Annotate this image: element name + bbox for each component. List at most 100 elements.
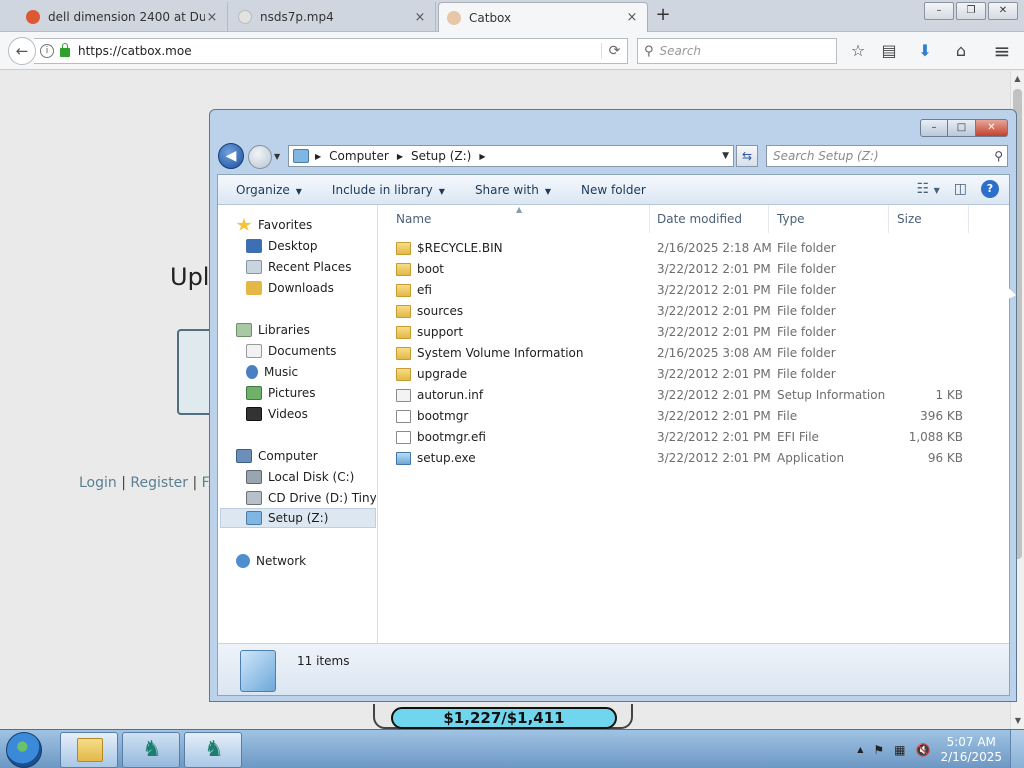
include-in-library-button[interactable]: Include in library ▼ xyxy=(332,183,445,197)
register-link[interactable]: Register xyxy=(130,475,188,491)
recent-locations-icon[interactable]: ▼ xyxy=(274,152,280,161)
file-row[interactable]: $RECYCLE.BIN 2/16/2025 2:18 AM File folder xyxy=(378,238,1009,259)
tab-duckduckgo[interactable]: dell dimension 2400 at Duck × xyxy=(18,2,228,32)
minimize-icon[interactable]: – xyxy=(924,2,954,20)
scroll-down-icon[interactable]: ▼ xyxy=(1011,713,1024,729)
close-tab-icon[interactable]: × xyxy=(625,10,639,25)
restore-icon[interactable]: ❐ xyxy=(956,2,986,20)
show-desktop-button[interactable] xyxy=(1010,730,1024,768)
nav-cd-drive[interactable]: CD Drive (D:) Tiny7 x xyxy=(246,488,376,508)
reload-icon[interactable]: ⟳ xyxy=(601,43,627,59)
volume-muted-icon[interactable]: 🔇 xyxy=(916,743,931,757)
file-row[interactable]: autorun.inf 3/22/2012 2:01 PM Setup Inform… xyxy=(378,385,1009,406)
nav-documents[interactable]: Documents xyxy=(246,341,336,361)
network-status-icon[interactable]: ▦ xyxy=(894,743,905,757)
column-size[interactable]: Size xyxy=(889,205,969,233)
login-link[interactable]: Login xyxy=(79,475,117,491)
nav-desktop[interactable]: Desktop xyxy=(246,236,318,256)
change-view-icon[interactable]: ☷ ▼ xyxy=(917,181,940,197)
clock-date: 2/16/2025 xyxy=(940,749,1002,764)
action-center-flag-icon[interactable]: ⚑ xyxy=(873,743,884,757)
close-window-icon[interactable]: ✕ xyxy=(988,2,1018,20)
reader-list-icon[interactable]: ▤ xyxy=(879,41,899,61)
new-folder-button[interactable]: New folder xyxy=(581,183,646,197)
nav-local-disk[interactable]: Local Disk (C:) xyxy=(246,467,354,487)
breadcrumb-computer[interactable]: Computer xyxy=(329,149,389,163)
address-dropdown-icon[interactable]: ▼ xyxy=(722,151,729,161)
file-row[interactable]: efi 3/22/2012 2:01 PM File folder xyxy=(378,280,1009,301)
site-info-icon[interactable]: i xyxy=(40,44,54,58)
forward-arrow-icon[interactable] xyxy=(248,145,272,169)
search-icon[interactable]: ⚲ xyxy=(994,146,1003,166)
breadcrumb-setup[interactable]: Setup (Z:) xyxy=(411,149,471,163)
file-row[interactable]: boot 3/22/2012 2:01 PM File folder xyxy=(378,259,1009,280)
close-tab-icon[interactable]: × xyxy=(413,10,427,25)
application-icon xyxy=(396,452,411,465)
command-bar: Organize ▼ Include in library ▼ Share with… xyxy=(218,175,1009,205)
file-type: File folder xyxy=(777,346,836,360)
bookmark-star-icon[interactable]: ☆ xyxy=(848,41,868,61)
close-tab-icon[interactable]: × xyxy=(205,10,219,25)
nav-favorites[interactable]: Favorites xyxy=(236,215,312,235)
tab-video[interactable]: nsds7p.mp4 × xyxy=(230,2,436,32)
nav-pictures[interactable]: Pictures xyxy=(246,383,316,403)
back-arrow-icon[interactable]: ◀ xyxy=(218,143,244,169)
file-type: Setup Information xyxy=(777,388,886,402)
back-button[interactable]: ← xyxy=(8,37,36,65)
file-row[interactable]: sources 3/22/2012 2:01 PM File folder xyxy=(378,301,1009,322)
nav-setup-drive[interactable]: Setup (Z:) xyxy=(220,508,376,528)
minimize-icon[interactable]: – xyxy=(920,119,948,137)
column-type[interactable]: Type xyxy=(769,205,889,233)
browser-search-input[interactable]: ⚲ Search xyxy=(637,38,837,64)
donation-progress: $1,227/$1,411 xyxy=(391,707,617,729)
taskbar-explorer-button[interactable] xyxy=(60,732,118,768)
explorer-search-input[interactable]: Search Setup (Z:) ⚲ xyxy=(766,145,1008,167)
nav-recent-places[interactable]: Recent Places xyxy=(246,257,351,277)
crumb-arrow-icon[interactable]: ▶ xyxy=(397,152,403,161)
nav-music[interactable]: Music xyxy=(246,362,298,382)
network-drive-icon xyxy=(246,511,262,525)
nav-libraries[interactable]: Libraries xyxy=(236,320,310,340)
organize-button[interactable]: Organize ▼ xyxy=(236,183,302,197)
file-row[interactable]: bootmgr 3/22/2012 2:01 PM File 396 KB xyxy=(378,406,1009,427)
maximize-icon[interactable]: □ xyxy=(948,119,976,137)
show-hidden-icons-icon[interactable]: ▲ xyxy=(857,745,863,754)
file-name: efi xyxy=(417,283,432,297)
download-icon[interactable]: ⬇ xyxy=(915,41,935,61)
nav-downloads[interactable]: Downloads xyxy=(246,278,334,298)
file-row[interactable]: setup.exe 3/22/2012 2:01 PM Application 96 … xyxy=(378,448,1009,469)
file-row[interactable]: System Volume Information 2/16/2025 3:08 … xyxy=(378,343,1009,364)
music-note-icon xyxy=(246,365,258,379)
new-tab-button[interactable]: + xyxy=(652,4,674,26)
menu-icon[interactable]: ≡ xyxy=(992,41,1012,61)
close-window-icon[interactable]: ✕ xyxy=(976,119,1008,137)
taskbar-app-button[interactable]: ♞ xyxy=(122,732,180,768)
file-date: 3/22/2012 2:01 PM xyxy=(657,283,771,297)
share-with-button[interactable]: Share with ▼ xyxy=(475,183,551,197)
refresh-icon[interactable]: ⇆ xyxy=(736,145,758,167)
address-bar[interactable]: ▶ Computer ▶ Setup (Z:) ▶ ▼ xyxy=(288,145,734,167)
url-bar[interactable]: i https://catbox.moe ⟳ xyxy=(34,38,628,64)
help-icon[interactable]: ? xyxy=(981,180,999,198)
search-icon: ⚲ xyxy=(644,43,654,59)
start-button[interactable] xyxy=(6,732,42,768)
nav-network[interactable]: Network xyxy=(236,551,306,571)
search-placeholder: Search xyxy=(659,44,702,58)
clock[interactable]: 5:07 AM 2/16/2025 xyxy=(940,735,1002,765)
crumb-arrow-icon[interactable]: ▶ xyxy=(479,152,485,161)
nav-videos[interactable]: Videos xyxy=(246,404,308,424)
file-row[interactable]: bootmgr.efi 3/22/2012 2:01 PM EFI File 1,08… xyxy=(378,427,1009,448)
url-text[interactable]: https://catbox.moe xyxy=(78,44,601,58)
taskbar-app-button-active[interactable]: ♞ xyxy=(184,732,242,768)
preview-pane-icon[interactable]: ◫ xyxy=(954,181,967,197)
file-row[interactable]: support 3/22/2012 2:01 PM File folder xyxy=(378,322,1009,343)
scroll-up-icon[interactable]: ▲ xyxy=(1011,71,1024,87)
file-date: 3/22/2012 2:01 PM xyxy=(657,430,771,444)
explorer-content: Organize ▼ Include in library ▼ Share with… xyxy=(217,174,1010,696)
crumb-arrow-icon[interactable]: ▶ xyxy=(315,152,321,161)
column-date-modified[interactable]: Date modified xyxy=(649,205,769,233)
nav-computer[interactable]: Computer xyxy=(236,446,318,466)
tab-catbox[interactable]: Catbox × xyxy=(438,2,648,32)
file-row[interactable]: upgrade 3/22/2012 2:01 PM File folder xyxy=(378,364,1009,385)
home-icon[interactable]: ⌂ xyxy=(951,41,971,61)
